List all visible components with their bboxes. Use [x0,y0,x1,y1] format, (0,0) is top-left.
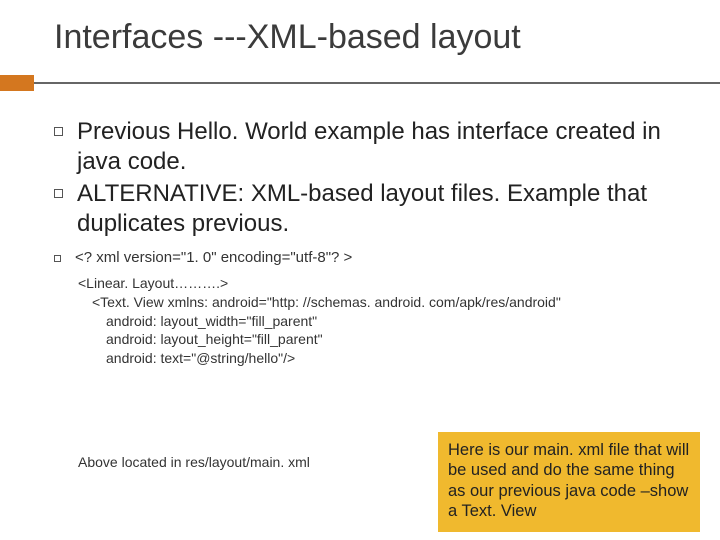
accent-divider [0,75,720,91]
code-line: <Text. View xmlns: android="http: //sche… [78,293,690,312]
code-block: <Linear. Layout……….> <Text. View xmlns: … [0,274,720,368]
code-line: android: layout_width="fill_parent" [78,312,690,331]
accent-block [0,75,34,91]
list-item: <? xml version="1. 0" encoding="utf-8"? … [54,249,690,268]
list-item: ALTERNATIVE: XML-based layout files. Exa… [54,179,690,239]
bullet-square-icon [54,255,61,262]
bullet-text: <? xml version="1. 0" encoding="utf-8"? … [75,249,352,268]
callout-box: Here is our main. xml file that will be … [438,432,700,533]
code-line: android: text="@string/hello"/> [78,349,690,368]
bullet-text: ALTERNATIVE: XML-based layout files. Exa… [77,179,690,239]
bullet-text: Previous Hello. World example has interf… [77,117,690,177]
footer-note: Above located in res/layout/main. xml [78,454,310,470]
code-line: android: layout_height="fill_parent" [78,330,690,349]
code-line: <Linear. Layout……….> [78,274,690,293]
bullet-list: Previous Hello. World example has interf… [0,117,720,268]
bullet-square-icon [54,127,63,136]
bullet-square-icon [54,189,63,198]
slide-title: Interfaces ---XML-based layout [0,0,720,69]
accent-line [34,82,720,84]
list-item: Previous Hello. World example has interf… [54,117,690,177]
